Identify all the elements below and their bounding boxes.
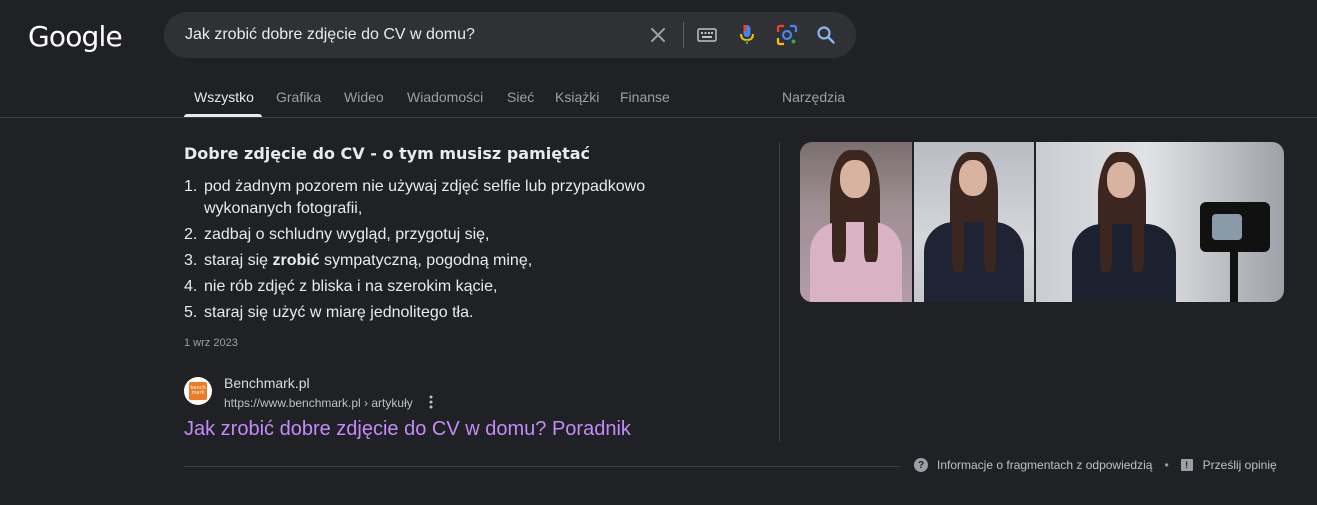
tab-images[interactable]: Grafika [276, 89, 321, 105]
search-input[interactable] [185, 12, 635, 58]
search-icon[interactable] [814, 23, 838, 47]
site-name[interactable]: Benchmark.pl [224, 375, 310, 391]
snippet-image-3[interactable] [1036, 142, 1284, 302]
tab-videos[interactable]: Wideo [344, 89, 384, 105]
list-item: 4. nie rób zdjęć z bliska i na szerokim k… [184, 278, 498, 295]
snippet-image-2[interactable] [914, 142, 1034, 302]
list-item: 1. pod żadnym pozorem nie używaj zdjęć se… [184, 178, 646, 217]
benchmark-logo: bench mark [189, 382, 207, 400]
help-icon[interactable]: ? [914, 458, 928, 472]
tab-finance[interactable]: Finanse [620, 89, 670, 105]
snippet-footer: ? Informacje o fragmentach z odpowiedzią… [914, 458, 1277, 472]
list-item: 5. staraj się użyć w miarę jednolitego tł… [184, 304, 474, 321]
snippet-date: 1 wrz 2023 [184, 337, 238, 349]
featured-snippet-title: Dobre zdjęcie do CV - o tym musisz pamię… [184, 144, 590, 163]
about-snippets-link[interactable]: Informacje o fragmentach z odpowiedzią [937, 458, 1152, 472]
search-divider [683, 22, 684, 48]
tools-button[interactable]: Narzędzia [782, 89, 845, 105]
search-bar[interactable] [164, 12, 856, 58]
more-options-icon[interactable] [424, 394, 438, 410]
search-tabs: Wszystko Grafika Wideo Wiadomości Sieć K… [0, 78, 1317, 118]
site-favicon[interactable]: bench mark [184, 377, 212, 405]
lens-icon[interactable] [775, 23, 799, 47]
keyboard-icon[interactable] [695, 23, 719, 47]
tab-web[interactable]: Sieć [507, 89, 534, 105]
tab-news[interactable]: Wiadomości [407, 89, 483, 105]
snippet-image-1[interactable] [800, 142, 912, 302]
close-icon[interactable] [646, 23, 670, 47]
column-divider [779, 142, 780, 442]
list-item: 3. staraj się zrobić sympatyczną, pogodną… [184, 252, 533, 269]
footer-separator: • [1164, 458, 1169, 472]
google-logo[interactable]: Google [28, 20, 123, 53]
active-tab-indicator [184, 114, 262, 117]
tab-books[interactable]: Książki [555, 89, 599, 105]
tab-all[interactable]: Wszystko [194, 89, 254, 105]
microphone-icon[interactable] [735, 23, 759, 47]
snippet-images [800, 142, 1284, 302]
feedback-icon[interactable]: ! [1180, 459, 1193, 471]
snippet-steps-list: 1. pod żadnym pozorem nie używaj zdjęć se… [184, 176, 704, 328]
result-title-link[interactable]: Jak zrobić dobre zdjęcie do CV w domu? P… [184, 418, 631, 441]
footer-divider [184, 466, 900, 467]
site-url[interactable]: https://www.benchmark.pl › artykuły [224, 396, 413, 410]
feedback-link[interactable]: Prześlij opinię [1203, 458, 1277, 472]
list-item: 2. zadbaj o schludny wygląd, przygotuj si… [184, 226, 490, 243]
